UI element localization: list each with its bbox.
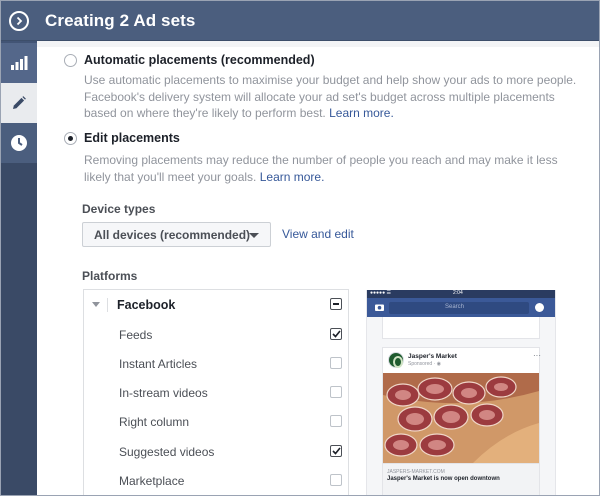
placements-panel: Automatic placements (recommended) Use a… (37, 41, 599, 495)
platform-row[interactable]: Right column (84, 407, 348, 436)
platform-row[interactable]: Suggested videos (84, 437, 348, 466)
header-bar: Creating 2 Ad sets (1, 1, 599, 41)
device-types-value: All devices (recommended) (94, 227, 251, 242)
check-icon (332, 447, 341, 455)
ad-headline: Jasper's Market is now open downtown (387, 476, 500, 482)
marketplace-checkbox[interactable] (330, 474, 342, 486)
phone-ad-card: Jasper's Market Sponsored · ◉ ··· JASPER… (382, 347, 541, 495)
in-stream-videos-checkbox[interactable] (330, 386, 342, 398)
phone-status-bar: ●●●●● ☰ 2:04 (367, 290, 555, 298)
automatic-placements-radio[interactable] (64, 54, 77, 67)
phone-time: 2:04 (453, 290, 463, 296)
instant-articles-checkbox[interactable] (330, 357, 342, 369)
platform-row[interactable]: In-stream videos (84, 378, 348, 407)
group-indeterminate-checkbox[interactable] (330, 298, 342, 310)
phone-search-placeholder: Search (445, 304, 465, 310)
phone-feed-card-top (382, 317, 540, 339)
ad-image-fig-tart (383, 373, 539, 463)
ad-link-footer: JASPERS-MARKET.COM Jasper's Market is no… (383, 463, 539, 495)
ad-sponsored-label: Sponsored · ◉ (408, 361, 441, 367)
fig-tart-illustration (383, 373, 539, 463)
view-and-edit-link[interactable]: View and edit (282, 227, 354, 241)
right-column-checkbox[interactable] (330, 415, 342, 427)
caret-down-icon (249, 233, 259, 238)
edit-placements-title[interactable]: Edit placements (84, 131, 180, 145)
edit-placements-description: Removing placements may reduce the numbe… (84, 152, 574, 185)
page-title: Creating 2 Ad sets (45, 11, 196, 30)
platform-label: Instant Articles (119, 357, 198, 371)
platform-group-label: Facebook (117, 298, 176, 312)
check-icon (332, 330, 341, 338)
platform-label: Feeds (119, 328, 153, 342)
collapse-triangle-icon[interactable] (92, 302, 100, 307)
edit-learn-more-link[interactable]: Learn more. (260, 170, 325, 184)
platform-row[interactable]: Feeds (84, 320, 348, 349)
platform-row[interactable]: Instant Articles (84, 349, 348, 378)
platform-row[interactable]: Marketplace (84, 466, 348, 495)
clock-icon (11, 135, 27, 151)
more-options-icon: ··· (533, 351, 541, 360)
device-types-dropdown[interactable]: All devices (recommended) (82, 222, 271, 247)
platform-label: Right column (119, 415, 190, 429)
suggested-videos-checkbox[interactable] (330, 445, 342, 457)
ad-domain: JASPERS-MARKET.COM (387, 469, 445, 475)
messenger-icon (535, 303, 544, 312)
collapse-toggle-button[interactable] (9, 11, 29, 31)
group-divider (107, 298, 108, 312)
platforms-label: Platforms (82, 269, 138, 283)
phone-search-bar: Search (389, 302, 529, 314)
feeds-checkbox[interactable] (330, 328, 342, 340)
platform-label: In-stream videos (119, 386, 208, 400)
platform-label: Suggested videos (119, 445, 215, 459)
ad-preview-phone: ●●●●● ☰ 2:04 Search Jasper's Market Spon… (366, 290, 556, 495)
device-types-label: Device types (82, 202, 156, 216)
left-rail (1, 41, 37, 495)
platforms-list: Facebook Feeds Instant Articles In-strea… (83, 289, 349, 495)
ad-set-editor-window: Creating 2 Ad sets Automatic placements … (0, 0, 600, 496)
automatic-placements-description: Use automatic placements to maximise you… (84, 72, 584, 122)
pencil-icon (13, 96, 26, 109)
camera-icon (375, 304, 384, 311)
signal-indicator: ●●●●● ☰ (370, 290, 391, 296)
rail-item-history[interactable] (1, 123, 37, 163)
chevron-right-icon (16, 16, 23, 26)
bar-chart-icon (11, 56, 28, 70)
rail-item-edit[interactable] (1, 83, 37, 123)
ad-brand-name: Jasper's Market (408, 353, 457, 360)
rail-item-stats[interactable] (1, 43, 37, 83)
platform-label: Marketplace (119, 474, 185, 488)
platform-group-row[interactable]: Facebook (84, 290, 348, 319)
brand-logo (388, 352, 404, 368)
edit-placements-radio[interactable] (64, 132, 77, 145)
automatic-placements-title[interactable]: Automatic placements (recommended) (84, 53, 315, 67)
rail-empty-area (1, 163, 37, 495)
panel-top-edge (37, 41, 599, 47)
automatic-learn-more-link[interactable]: Learn more. (329, 106, 394, 120)
